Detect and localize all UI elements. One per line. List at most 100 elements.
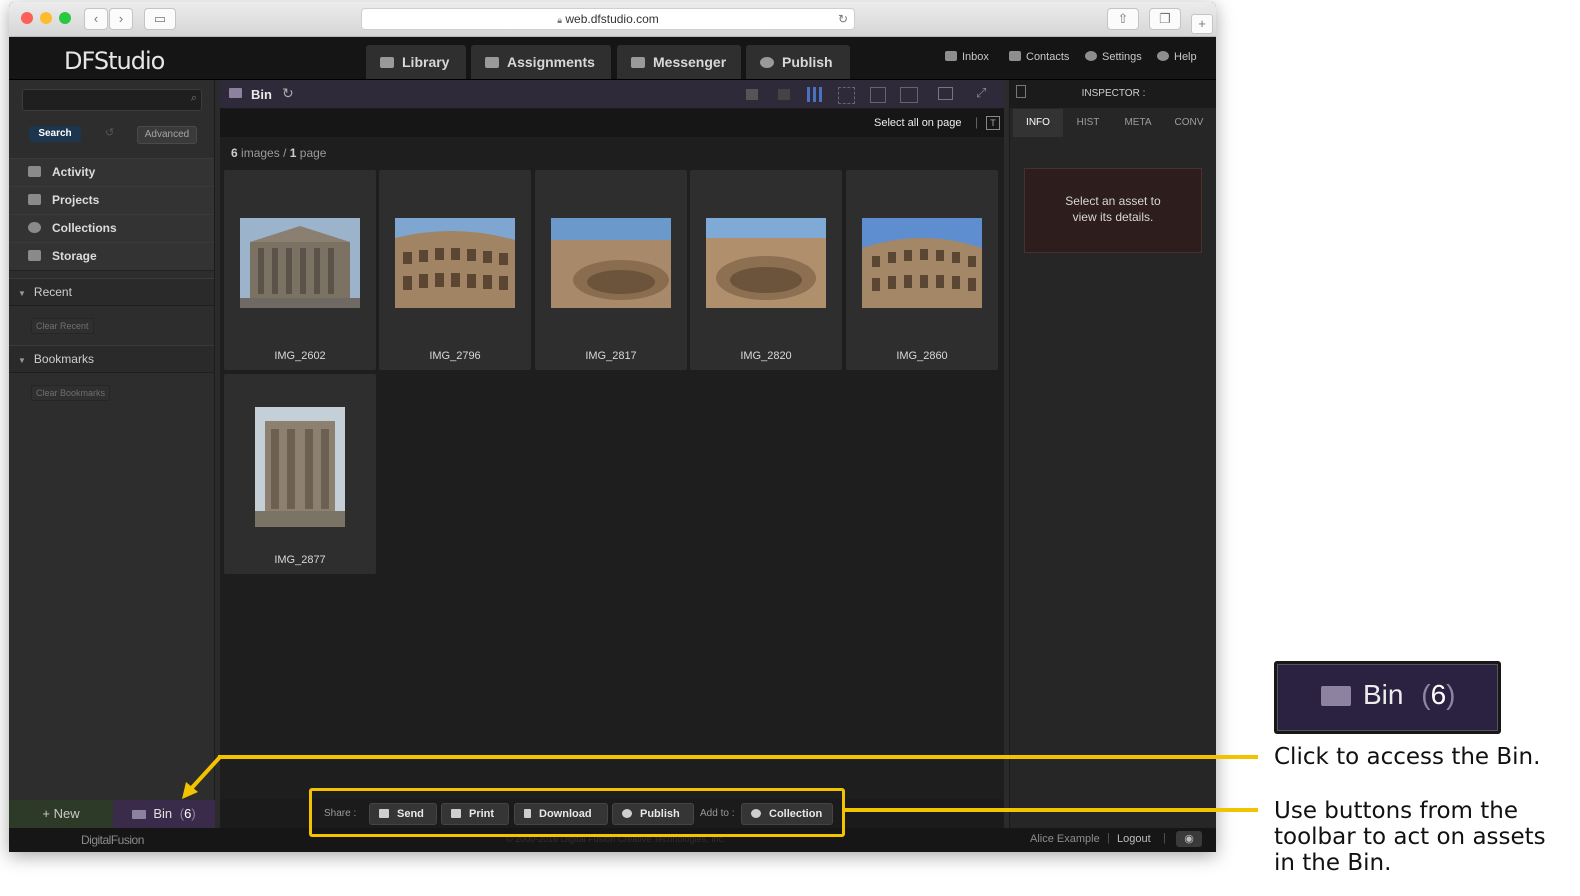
list-view-icon[interactable] bbox=[746, 89, 758, 100]
tab-messenger[interactable]: Messenger bbox=[617, 45, 741, 79]
tab-conv[interactable]: CONV bbox=[1164, 109, 1214, 137]
bookmark-icon[interactable] bbox=[1016, 85, 1026, 98]
settings-link[interactable]: Settings bbox=[1085, 51, 1142, 63]
image-tile[interactable]: IMG_2817 bbox=[535, 170, 687, 370]
tab-meta[interactable]: META bbox=[1113, 109, 1163, 137]
minimize-window-button[interactable] bbox=[40, 12, 52, 24]
chevron-down-icon: ▼ bbox=[18, 289, 26, 298]
tab-hist[interactable]: HIST bbox=[1063, 109, 1113, 137]
image-name: IMG_2602 bbox=[274, 350, 326, 362]
close-window-button[interactable] bbox=[21, 12, 33, 24]
share-icon[interactable]: ⇧ bbox=[1107, 8, 1139, 30]
chevron-down-icon: ▼ bbox=[18, 356, 26, 365]
text-toggle-icon[interactable]: T bbox=[986, 116, 1000, 130]
page-count-value: 1 bbox=[289, 146, 297, 160]
large-grid-view-icon[interactable] bbox=[838, 87, 855, 104]
recent-section-header[interactable]: ▼ Recent bbox=[9, 278, 214, 306]
address-bar[interactable]: 🔒︎ web.dfstudio.com ↻ bbox=[361, 8, 855, 30]
image-thumbnail bbox=[255, 407, 345, 527]
contacts-icon bbox=[1009, 51, 1021, 61]
sidebar-item-activity[interactable]: Activity bbox=[9, 158, 214, 187]
search-input[interactable]: ⌕ bbox=[22, 89, 202, 111]
new-tab-icon[interactable]: + bbox=[1191, 14, 1213, 34]
basket-icon bbox=[1321, 686, 1351, 706]
logout-link[interactable]: Logout bbox=[1117, 833, 1151, 845]
sidebar-item-collections[interactable]: Collections bbox=[9, 214, 214, 243]
advanced-search-button[interactable]: Advanced bbox=[137, 126, 197, 144]
image-name: IMG_2877 bbox=[274, 554, 326, 566]
tab-library-label: Library bbox=[402, 54, 450, 70]
footer-logo: DigitalFusion bbox=[81, 833, 144, 847]
bin-button[interactable]: Bin (6) bbox=[113, 800, 215, 828]
clear-recent-button[interactable]: Clear Recent bbox=[31, 318, 94, 334]
image-count-value: 6 bbox=[231, 146, 238, 160]
activity-icon bbox=[28, 166, 41, 177]
tabs-overview-icon[interactable]: ❐ bbox=[1149, 8, 1181, 30]
inspector-header: INSPECTOR : bbox=[1010, 80, 1216, 108]
storage-icon bbox=[28, 250, 41, 261]
tab-assignments[interactable]: Assignments bbox=[471, 45, 611, 79]
duplicate-icon[interactable] bbox=[938, 87, 953, 100]
sidebar-item-projects[interactable]: Projects bbox=[9, 186, 214, 215]
detail-view-icon[interactable] bbox=[778, 89, 790, 100]
tab-library[interactable]: Library bbox=[366, 45, 466, 79]
bookmarks-section-header[interactable]: ▼ Bookmarks bbox=[9, 345, 214, 373]
toolbar-note-line1: Use buttons from the bbox=[1274, 798, 1519, 824]
tab-publish-label: Publish bbox=[782, 54, 833, 70]
contacts-link[interactable]: Contacts bbox=[1009, 51, 1069, 63]
tab-messenger-label: Messenger bbox=[653, 54, 727, 70]
image-name: IMG_2796 bbox=[429, 350, 481, 362]
select-all-link[interactable]: Select all on page bbox=[874, 117, 961, 129]
browser-chrome: ‹ › ▭ 🔒︎ web.dfstudio.com ↻ ⇧ ❐ + bbox=[9, 2, 1216, 37]
reset-search-icon[interactable]: ↺ bbox=[105, 126, 114, 139]
dfstudio-logo: DFStudio bbox=[64, 47, 165, 75]
single-view-icon[interactable] bbox=[870, 87, 886, 103]
image-tile[interactable]: IMG_2602 bbox=[224, 170, 376, 370]
image-thumbnail bbox=[395, 218, 515, 308]
image-tile[interactable]: IMG_2796 bbox=[379, 170, 531, 370]
messenger-icon bbox=[631, 57, 645, 68]
fullscreen-icon[interactable]: ⤢ bbox=[976, 85, 986, 101]
image-tile[interactable]: IMG_2860 bbox=[846, 170, 998, 370]
clear-bookmarks-button[interactable]: Clear Bookmarks bbox=[31, 385, 111, 401]
separator: | bbox=[1163, 832, 1166, 844]
new-button[interactable]: + New bbox=[9, 800, 113, 828]
bin-count: (6) bbox=[179, 806, 196, 821]
image-thumbnail bbox=[862, 218, 982, 308]
bin-label: Bin bbox=[153, 806, 173, 821]
search-button[interactable]: Search bbox=[29, 126, 81, 142]
reload-icon[interactable]: ↻ bbox=[838, 9, 848, 29]
empty-message-line2: view its details. bbox=[1072, 210, 1154, 224]
zoom-window-button[interactable] bbox=[59, 12, 71, 24]
basket-icon bbox=[132, 810, 147, 819]
toolbar-highlight-box bbox=[309, 788, 845, 837]
sidebar-item-storage[interactable]: Storage bbox=[9, 242, 214, 271]
inspector-empty-message: Select an asset to view its details. bbox=[1024, 168, 1202, 253]
image-tile[interactable]: IMG_2820 bbox=[690, 170, 842, 370]
collections-icon bbox=[28, 222, 41, 233]
count-separator: / bbox=[283, 146, 287, 160]
help-link[interactable]: Help bbox=[1157, 51, 1197, 63]
tab-publish[interactable]: Publish bbox=[746, 45, 850, 79]
top-navigation-bar: DFStudio Library Assignments Messenger P… bbox=[9, 37, 1216, 80]
tab-info[interactable]: INFO bbox=[1013, 109, 1063, 137]
separator: | bbox=[975, 115, 979, 129]
toolbar-note-line3: in the Bin. bbox=[1274, 850, 1392, 876]
refresh-icon[interactable]: ↻ bbox=[282, 85, 294, 102]
image-name: IMG_2820 bbox=[740, 350, 792, 362]
bin-button-zoom: Bin (6) bbox=[1274, 661, 1501, 734]
image-thumbnail bbox=[551, 218, 671, 308]
compare-view-icon[interactable] bbox=[900, 87, 918, 103]
help-label: Help bbox=[1174, 51, 1197, 63]
eye-icon[interactable]: ◉ bbox=[1176, 831, 1202, 847]
image-name: IMG_2860 bbox=[896, 350, 948, 362]
back-icon[interactable]: ‹ bbox=[84, 8, 108, 30]
sidebar-toggle-icon[interactable]: ▭ bbox=[144, 8, 176, 30]
image-tile[interactable]: IMG_2877 bbox=[224, 374, 376, 574]
forward-icon[interactable]: › bbox=[109, 8, 133, 30]
dfstudio-app: DFStudio Library Assignments Messenger P… bbox=[9, 37, 1216, 852]
inbox-link[interactable]: Inbox bbox=[945, 51, 989, 63]
small-grid-view-icon[interactable] bbox=[807, 87, 823, 102]
globe-icon bbox=[760, 57, 774, 68]
toolbar-callout-note: Use buttons from the toolbar to act on a… bbox=[1274, 798, 1546, 876]
